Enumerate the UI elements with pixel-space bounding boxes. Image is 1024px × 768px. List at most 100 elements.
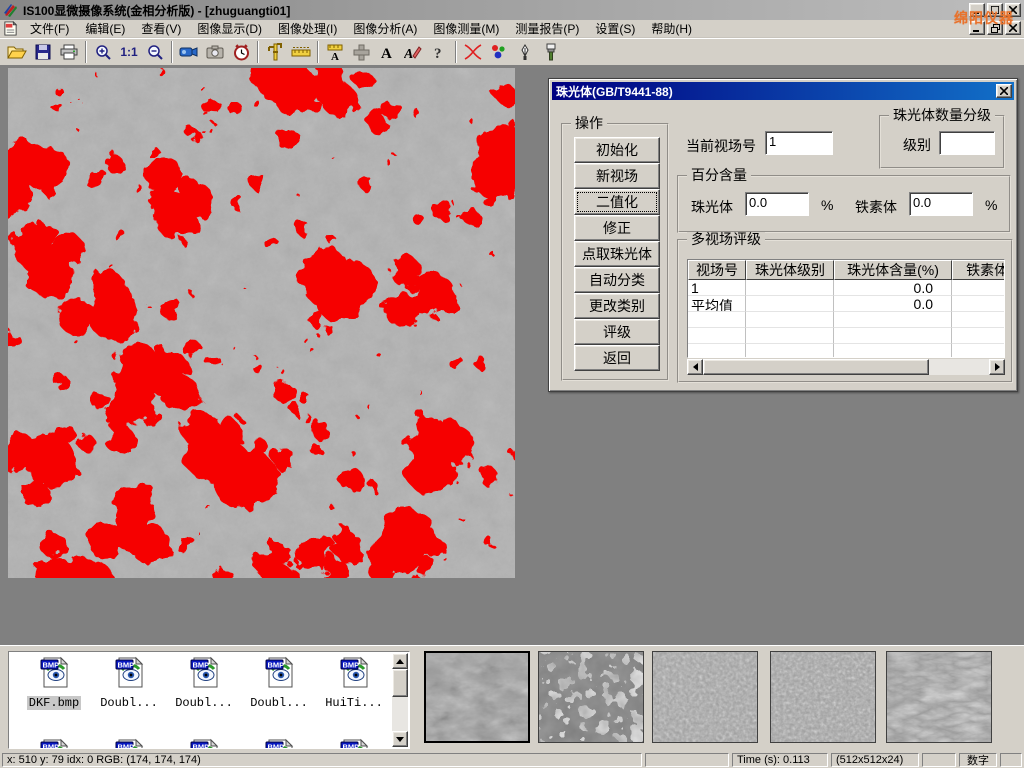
new-field-button[interactable]: 新视场	[574, 163, 660, 189]
menu-measure-report[interactable]: 测量报告(P)	[507, 19, 587, 38]
scroll-right-button[interactable]	[989, 359, 1005, 375]
grid-merge-button[interactable]	[348, 40, 374, 64]
ruler-button[interactable]	[288, 40, 314, 64]
binarize-button[interactable]: 二值化	[574, 189, 660, 215]
dialog-close-button[interactable]	[996, 84, 1012, 98]
table-row[interactable]: 平均值 0.0	[688, 296, 1005, 312]
initialize-button[interactable]: 初始化	[574, 137, 660, 163]
up-arrow-icon	[396, 659, 404, 664]
photo-capture-button[interactable]	[202, 40, 228, 64]
zoom-in-icon	[95, 44, 112, 61]
pen-tool-button[interactable]	[512, 40, 538, 64]
vscroll-thumb[interactable]	[392, 669, 408, 697]
level-input[interactable]	[939, 131, 995, 155]
zoom-out-button[interactable]	[142, 40, 168, 64]
pen-icon	[519, 44, 531, 61]
help-icon: ?	[433, 44, 445, 60]
menu-image-analysis[interactable]: 图像分析(A)	[345, 19, 425, 38]
dialog-title-bar[interactable]: 珠光体(GB/T9441-88)	[552, 82, 1014, 100]
vendor-watermark: 绵阳仪器	[954, 8, 1014, 28]
cell-grade	[746, 296, 834, 312]
ferrite-percent-input[interactable]: 0.0	[909, 192, 973, 216]
level-label: 级别	[903, 135, 931, 155]
operation-group-label: 操作	[571, 116, 607, 130]
pearlite-label: 珠光体	[691, 197, 733, 217]
auto-classify-button[interactable]: 自动分类	[574, 267, 660, 293]
print-button[interactable]	[56, 40, 82, 64]
file-item[interactable]: BMP Doubl...	[167, 656, 241, 711]
cell-grade	[746, 280, 834, 296]
scroll-down-button[interactable]	[392, 731, 408, 747]
menu-image-display[interactable]: 图像显示(D)	[189, 19, 270, 38]
scroll-up-button[interactable]	[392, 653, 408, 669]
svg-text:BMP: BMP	[268, 661, 285, 670]
main-window: IS100显微摄像系统(金相分析版) - [zhuguangti01] 绵阳仪器…	[0, 0, 1024, 768]
file-item[interactable]: BMP	[167, 738, 241, 749]
current-field-input[interactable]: 1	[765, 131, 833, 155]
status-empty-2	[922, 753, 956, 767]
hscroll-thumb[interactable]	[703, 359, 929, 375]
save-button[interactable]	[30, 40, 56, 64]
col-field-no: 视场号	[688, 260, 746, 280]
menu-image-measure[interactable]: 图像测量(M)	[425, 19, 507, 38]
file-item[interactable]: BMP Doubl...	[242, 656, 316, 711]
caliper-button[interactable]	[262, 40, 288, 64]
correct-button[interactable]: 修正	[574, 215, 660, 241]
pick-pearlite-button[interactable]: 点取珠光体	[574, 241, 660, 267]
file-browser: BMP DKF.bmp BMP Doubl... BMP Doubl... BM…	[8, 651, 410, 749]
clock-icon	[233, 44, 250, 61]
open-button[interactable]	[4, 40, 30, 64]
thumbnail-2[interactable]	[538, 651, 644, 743]
thumbnail-5[interactable]	[886, 651, 992, 743]
edit-annotation-button[interactable]: A	[400, 40, 426, 64]
thumbnail-1[interactable]	[424, 651, 530, 743]
rating-table: 视场号 珠光体级别 珠光体含量(%) 铁素体含量(%) 1 0.0 平均值	[687, 259, 1005, 358]
file-item[interactable]: BMP HuiTi...	[317, 656, 391, 711]
menu-help[interactable]: 帮助(H)	[643, 19, 700, 38]
menu-view[interactable]: 查看(V)	[133, 19, 189, 38]
timer-button[interactable]	[228, 40, 254, 64]
file-item[interactable]: BMP	[92, 738, 166, 749]
table-row-empty	[688, 328, 1005, 344]
particle-analysis-button[interactable]	[486, 40, 512, 64]
file-name: Doubl...	[173, 696, 235, 710]
table-row[interactable]: 1 0.0	[688, 280, 1005, 296]
bmp-file-icon: BMP	[263, 656, 295, 688]
video-capture-button[interactable]	[176, 40, 202, 64]
cell-ferrite	[952, 296, 1005, 312]
thumbnail-4[interactable]	[770, 651, 876, 743]
bmp-file-icon: BMP	[38, 738, 70, 749]
measure-text-button[interactable]: A	[322, 40, 348, 64]
file-item[interactable]: BMP	[17, 738, 91, 749]
caliper-icon	[267, 43, 283, 61]
file-item[interactable]: BMP DKF.bmp	[17, 656, 91, 711]
file-item[interactable]: BMP Doubl...	[92, 656, 166, 711]
brush-tool-button[interactable]	[538, 40, 564, 64]
actual-size-button[interactable]: 1:1	[116, 40, 142, 64]
table-hscrollbar[interactable]	[687, 359, 1005, 375]
return-button[interactable]: 返回	[574, 345, 660, 371]
file-item[interactable]: BMP	[317, 738, 391, 749]
file-name: DKF.bmp	[27, 696, 81, 710]
menu-settings[interactable]: 设置(S)	[587, 19, 643, 38]
help-button[interactable]: ?	[426, 40, 452, 64]
status-position: x: 510 y: 79 idx: 0 RGB: (174, 174, 174)	[2, 753, 642, 767]
thumbnail-3[interactable]	[652, 651, 758, 743]
menu-file[interactable]: 文件(F)	[22, 19, 77, 38]
menu-bar: 文件(F) 编辑(E) 查看(V) 图像显示(D) 图像处理(I) 图像分析(A…	[0, 20, 1024, 38]
rate-button[interactable]: 评级	[574, 319, 660, 345]
change-class-button[interactable]: 更改类别	[574, 293, 660, 319]
zoom-in-button[interactable]	[90, 40, 116, 64]
pearlite-percent-input[interactable]: 0.0	[745, 192, 809, 216]
cell-pearlite: 0.0	[834, 280, 952, 296]
scroll-left-button[interactable]	[687, 359, 703, 375]
curve-tool-button[interactable]	[460, 40, 486, 64]
cell-ferrite	[952, 280, 1005, 296]
text-annotation-button[interactable]: A	[374, 40, 400, 64]
file-item[interactable]: BMP	[242, 738, 316, 749]
menu-edit[interactable]: 编辑(E)	[77, 19, 133, 38]
menu-image-processing[interactable]: 图像处理(I)	[270, 19, 345, 38]
file-vscrollbar[interactable]	[392, 653, 408, 747]
grading-group: 珠光体数量分级 级别	[879, 115, 1005, 169]
micrograph-image[interactable]	[8, 68, 515, 578]
